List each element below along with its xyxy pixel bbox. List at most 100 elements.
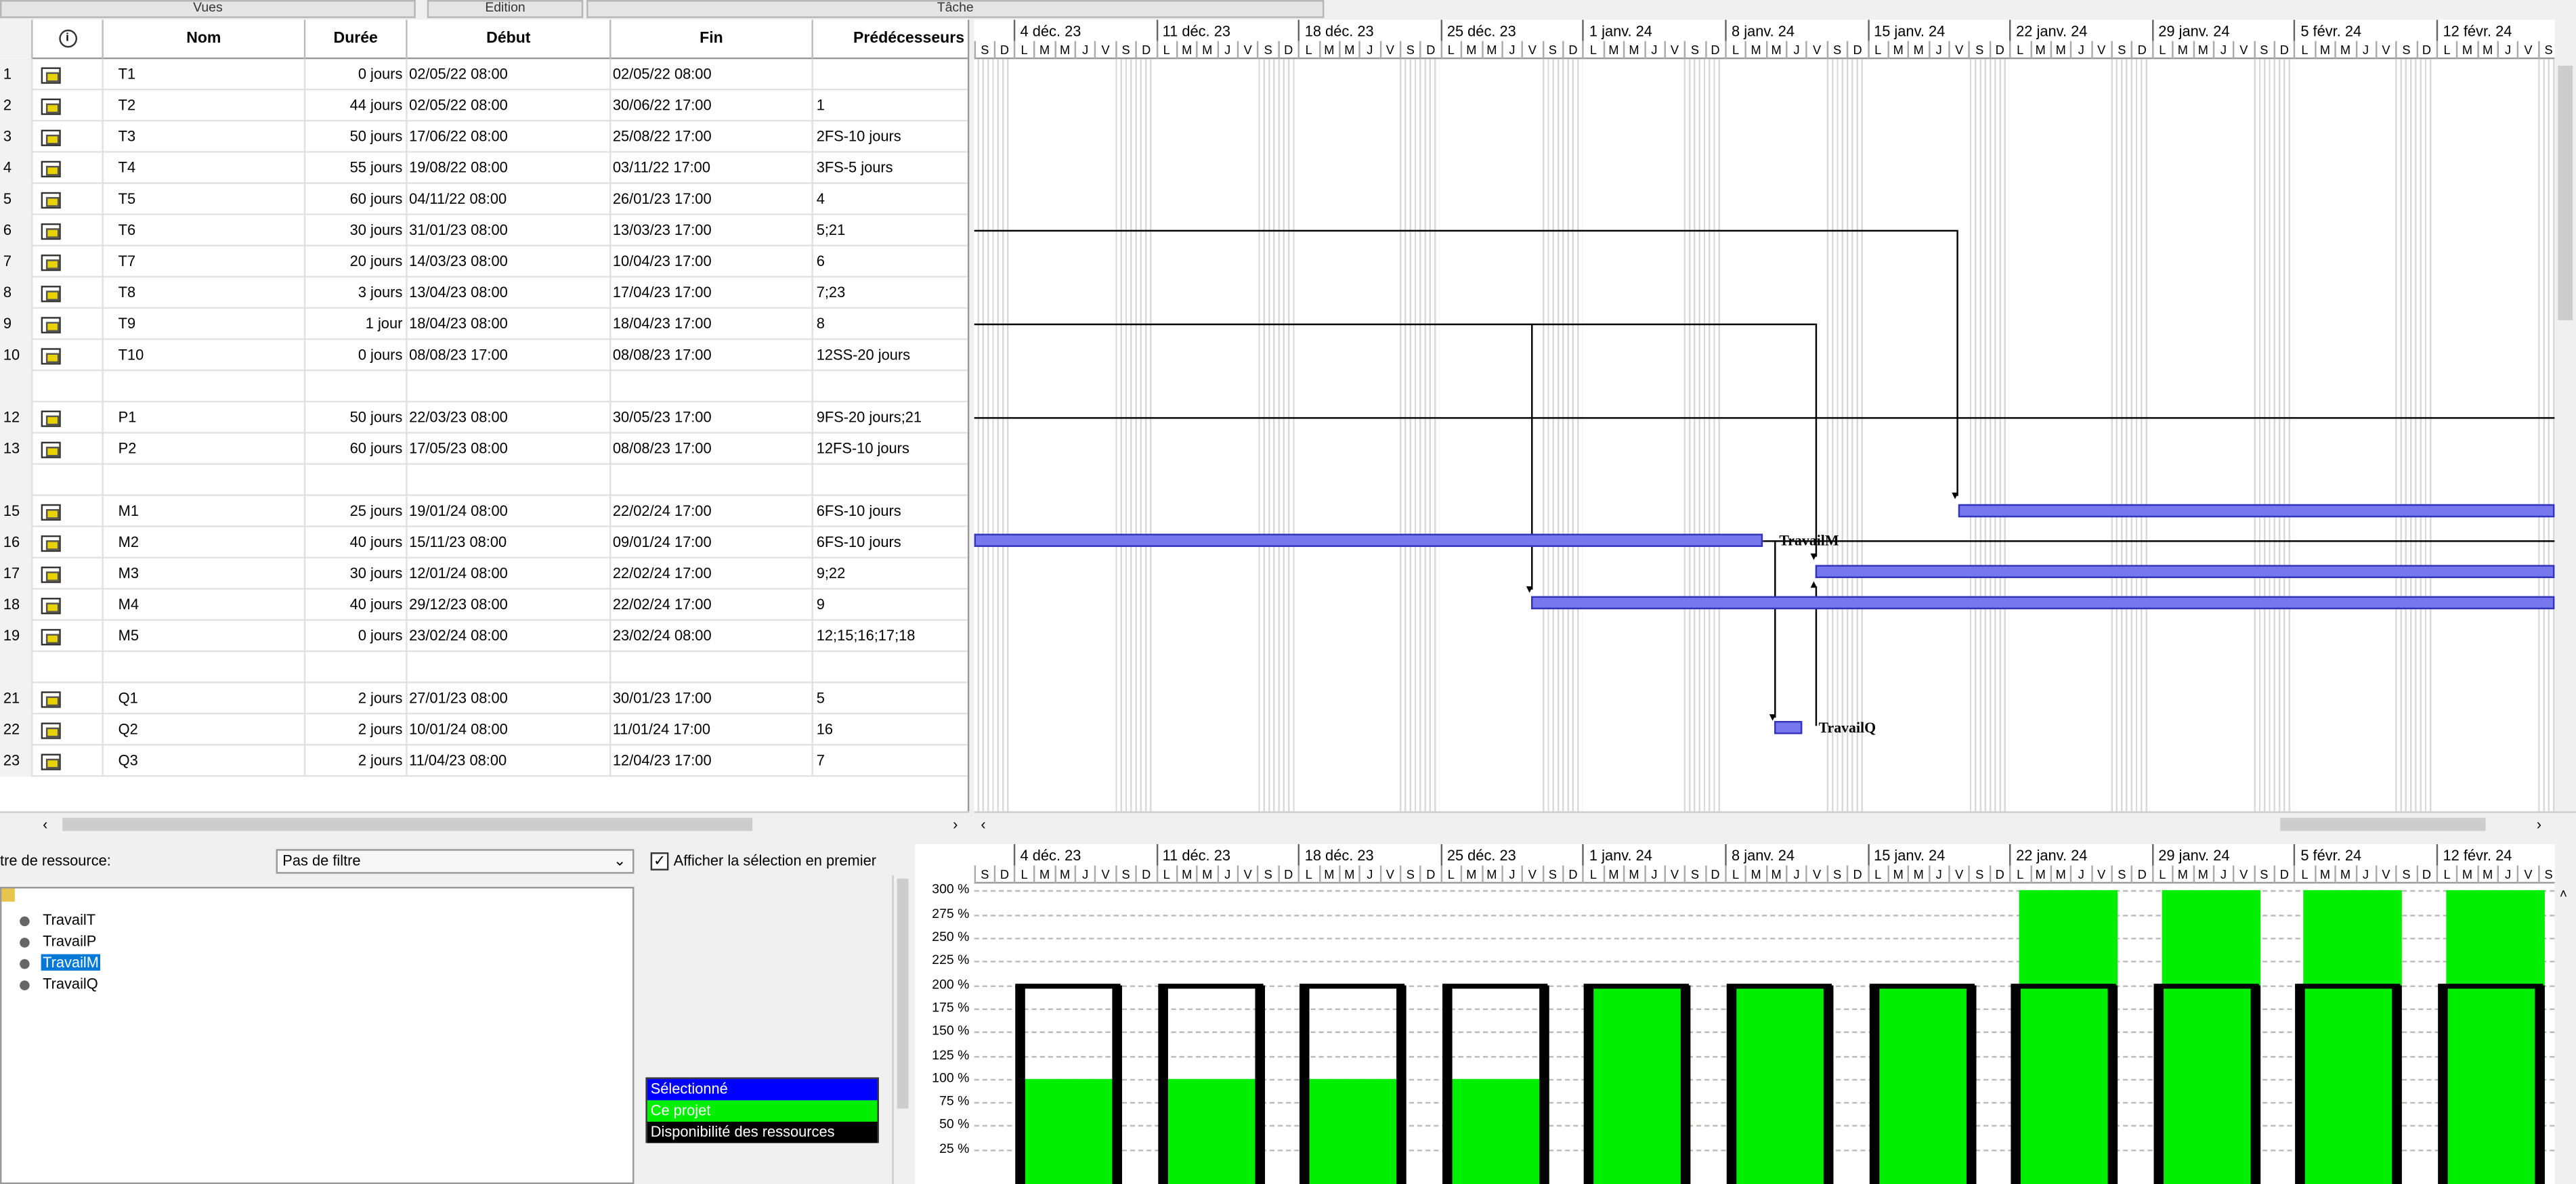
table-row[interactable]: 19 M5 0 jours 23/02/24 08:00 23/02/24 08:00 1… <box>0 621 968 653</box>
load-bar[interactable] <box>1734 984 1834 1184</box>
table-row[interactable]: 17 M3 30 jours 12/01/24 08:00 22/02/24 17:00… <box>0 558 968 590</box>
row-number[interactable]: 23 <box>0 745 33 777</box>
predecessors-cell[interactable] <box>813 652 968 683</box>
task-group[interactable]: Tâche <box>586 0 1325 18</box>
row-number[interactable]: 15 <box>0 496 33 527</box>
resource-item[interactable]: TravailT <box>20 911 98 929</box>
duration-cell[interactable]: 40 jours <box>305 527 408 558</box>
end-cell[interactable]: 10/04/23 17:00 <box>611 246 813 278</box>
row-number[interactable]: 4 <box>0 152 33 184</box>
row-number[interactable]: 12 <box>0 402 33 434</box>
predecessors-cell[interactable] <box>813 371 968 402</box>
task-name-cell[interactable]: T4 <box>104 152 306 184</box>
duration-cell[interactable] <box>305 464 408 496</box>
start-cell[interactable]: 13/04/23 08:00 <box>408 277 611 309</box>
predecessors-cell[interactable] <box>813 465 968 496</box>
predecessors-cell[interactable]: 9 <box>813 590 968 621</box>
task-name-cell[interactable]: T9 <box>104 309 306 341</box>
table-row[interactable]: 12 P1 50 jours 22/03/23 08:00 30/05/23 17:00… <box>0 402 968 434</box>
row-number[interactable]: 21 <box>0 683 33 715</box>
end-cell[interactable]: 25/08/22 17:00 <box>611 121 813 153</box>
duration-cell[interactable]: 0 jours <box>305 621 408 653</box>
end-cell[interactable]: 23/02/24 08:00 <box>611 621 813 653</box>
table-row[interactable]: 10 T10 0 jours 08/08/23 17:00 08/08/23 17:00… <box>0 340 968 372</box>
row-number[interactable]: 7 <box>0 246 33 278</box>
duration-cell[interactable]: 50 jours <box>305 121 408 153</box>
duration-cell[interactable]: 30 jours <box>305 558 408 590</box>
task-name-cell[interactable] <box>104 652 306 684</box>
row-number-header[interactable] <box>0 20 33 60</box>
row-number[interactable]: 5 <box>0 183 33 215</box>
task-name-cell[interactable]: M1 <box>104 496 306 527</box>
load-bar[interactable] <box>1450 1078 1549 1184</box>
start-cell[interactable]: 11/04/23 08:00 <box>408 745 611 777</box>
table-row[interactable]: 16 M2 40 jours 15/11/23 08:00 09/01/24 17:00… <box>0 527 968 558</box>
resource-scroll-thumb[interactable] <box>897 878 909 1109</box>
row-number[interactable]: 22 <box>0 714 33 746</box>
show-selection-first-checkbox[interactable]: ✓ <box>650 852 669 871</box>
table-row[interactable]: 3 T3 50 jours 17/06/22 08:00 25/08/22 17:00 2… <box>0 121 968 153</box>
row-number[interactable]: 18 <box>0 589 33 621</box>
predecessors-cell[interactable]: 4 <box>813 184 968 215</box>
task-name-cell[interactable]: T5 <box>104 183 306 215</box>
start-cell[interactable]: 12/01/24 08:00 <box>408 558 611 590</box>
predecessors-cell[interactable]: 5 <box>813 683 968 714</box>
table-row[interactable] <box>0 464 968 496</box>
resource-item[interactable]: TravailP <box>20 933 98 951</box>
task-name-cell[interactable]: P1 <box>104 402 306 434</box>
predecessors-cell[interactable]: 7;23 <box>813 278 968 309</box>
load-bar[interactable] <box>1308 1078 1407 1184</box>
row-number[interactable]: 6 <box>0 215 33 246</box>
load-bar[interactable] <box>2446 890 2545 1184</box>
start-cell[interactable]: 23/02/24 08:00 <box>408 621 611 653</box>
duration-cell[interactable]: 2 jours <box>305 745 408 777</box>
table-row[interactable]: 23 Q3 2 jours 11/04/23 08:00 12/04/23 17:00 7 <box>0 745 968 777</box>
end-cell[interactable]: 08/08/23 17:00 <box>611 340 813 372</box>
end-cell[interactable]: 26/01/23 17:00 <box>611 183 813 215</box>
end-cell[interactable]: 17/04/23 17:00 <box>611 277 813 309</box>
end-cell[interactable]: 13/03/23 17:00 <box>611 215 813 246</box>
task-name-cell[interactable]: Q3 <box>104 745 306 777</box>
task-name-cell[interactable]: Q1 <box>104 683 306 715</box>
table-row[interactable]: 13 P2 60 jours 17/05/23 08:00 08/08/23 17:00… <box>0 433 968 465</box>
predecessors-cell[interactable]: 6FS-10 jours <box>813 496 968 527</box>
task-name-cell[interactable]: T1 <box>104 59 306 91</box>
end-cell[interactable]: 02/05/22 08:00 <box>611 59 813 91</box>
predecessors-cell[interactable]: 12;15;16;17;18 <box>813 621 968 652</box>
duration-cell[interactable]: 55 jours <box>305 152 408 184</box>
table-row[interactable]: 21 Q1 2 jours 27/01/23 08:00 30/01/23 17:00 5 <box>0 683 968 715</box>
task-bar-m2[interactable] <box>974 533 1763 547</box>
row-number[interactable] <box>0 371 33 403</box>
duration-cell[interactable]: 20 jours <box>305 246 408 278</box>
end-cell[interactable]: 30/05/23 17:00 <box>611 402 813 434</box>
load-bar[interactable] <box>2019 890 2118 1184</box>
column-predecessors-header[interactable]: Prédécesseurs <box>813 20 968 59</box>
table-row[interactable]: 18 M4 40 jours 29/12/23 08:00 22/02/24 17:00… <box>0 589 968 621</box>
resource-panel-scrollbar[interactable] <box>892 875 912 1184</box>
duration-cell[interactable]: 2 jours <box>305 714 408 746</box>
row-number[interactable]: 3 <box>0 121 33 153</box>
start-cell[interactable]: 19/01/24 08:00 <box>408 496 611 527</box>
column-end-header[interactable]: Fin <box>611 20 813 60</box>
load-bar[interactable] <box>2162 890 2260 1184</box>
end-cell[interactable]: 22/02/24 17:00 <box>611 589 813 621</box>
task-name-cell[interactable]: T3 <box>104 121 306 153</box>
table-row[interactable]: 7 T7 20 jours 14/03/23 08:00 10/04/23 17:00 6 <box>0 246 968 278</box>
task-name-cell[interactable]: T8 <box>104 277 306 309</box>
gantt-scroll-thumb[interactable] <box>2280 818 2486 831</box>
end-cell[interactable]: 30/01/23 17:00 <box>611 683 813 715</box>
predecessors-cell[interactable] <box>813 59 968 90</box>
duration-cell[interactable]: 44 jours <box>305 90 408 122</box>
row-number[interactable]: 2 <box>0 90 33 122</box>
start-cell[interactable]: 04/11/22 08:00 <box>408 183 611 215</box>
start-cell[interactable]: 08/08/23 17:00 <box>408 340 611 372</box>
load-bar[interactable] <box>1165 1078 1265 1184</box>
table-row[interactable]: 8 T8 3 jours 13/04/23 08:00 17/04/23 17:00 7;… <box>0 277 968 309</box>
duration-cell[interactable]: 40 jours <box>305 589 408 621</box>
row-number[interactable]: 17 <box>0 558 33 590</box>
predecessors-cell[interactable]: 6 <box>813 246 968 278</box>
start-cell[interactable]: 14/03/23 08:00 <box>408 246 611 278</box>
start-cell[interactable]: 02/05/22 08:00 <box>408 59 611 91</box>
task-name-cell[interactable]: M5 <box>104 621 306 653</box>
task-name-cell[interactable]: M2 <box>104 527 306 558</box>
